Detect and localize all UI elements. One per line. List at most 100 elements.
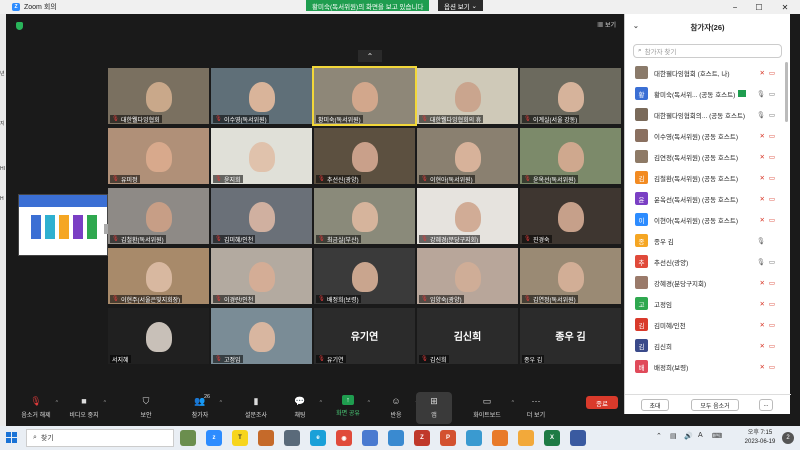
- participant-row[interactable]: 김연정(독서위원) (공동 호스트) ✕ ▭: [625, 146, 783, 167]
- invite-button[interactable]: 초대: [641, 399, 669, 411]
- stop-video-button[interactable]: ■ 비디오 중지 ^: [60, 392, 108, 424]
- app-icon[interactable]: [466, 430, 482, 446]
- chevron-up-icon[interactable]: ^: [56, 400, 58, 406]
- video-tile[interactable]: 황미숙(독서위원): [312, 66, 417, 126]
- edge-icon[interactable]: e: [310, 430, 326, 446]
- chevron-up-icon[interactable]: ^: [220, 400, 222, 406]
- video-tile[interactable]: 김신희 🎙 김신희: [417, 308, 518, 364]
- video-tile[interactable]: 🎙 이경란/인천: [211, 248, 312, 304]
- participant-search-input[interactable]: ⌕ 참가자 찾기: [633, 44, 782, 58]
- filezilla-icon[interactable]: Z: [414, 430, 430, 446]
- unmute-button[interactable]: 🎙 음소거 해제 ^: [12, 392, 60, 424]
- chevron-down-icon[interactable]: ⌄: [633, 22, 639, 30]
- share-screen-button[interactable]: ↑ 화면 공유 ^: [324, 392, 372, 424]
- video-tile[interactable]: 🎙 임양숙(광양): [417, 248, 518, 304]
- view-options-button[interactable]: 옵션 보기 ⌄: [438, 0, 483, 11]
- video-tile[interactable]: 🎙 윤지희: [211, 128, 312, 184]
- video-tile[interactable]: 🎙 이수영(독서위원): [211, 68, 312, 124]
- end-meeting-button[interactable]: 종료: [586, 396, 618, 409]
- whiteboard-icon: ▭: [482, 395, 492, 406]
- view-button[interactable]: ▦ 보기: [597, 20, 616, 29]
- shared-screen-thumbnail[interactable]: [18, 194, 108, 256]
- video-tile[interactable]: 🎙 추선신(광양): [314, 128, 415, 184]
- chevron-up-icon[interactable]: ^: [320, 400, 322, 406]
- chevron-up-icon[interactable]: ^: [104, 400, 106, 406]
- chrome-icon[interactable]: ◉: [336, 430, 352, 446]
- file-explorer-icon[interactable]: [388, 430, 404, 446]
- video-tile[interactable]: 🎙 김철환(독서위원): [108, 188, 209, 244]
- video-tile[interactable]: 🎙 김미혜/인천: [211, 188, 312, 244]
- kakaotalk-icon[interactable]: T: [232, 430, 248, 446]
- participant-row[interactable]: 김 김미혜/인천 ✕ ▭: [625, 314, 783, 335]
- video-tile-label: 🎙 이경란/인천: [213, 295, 256, 304]
- participant-row[interactable]: 이수영(독서위원) (공동 호스트) ✕ ▭: [625, 125, 783, 146]
- video-tile[interactable]: 🎙 고정임: [211, 308, 312, 364]
- participant-row[interactable]: 대한웰다잉협회의... (공동 호스트) 🎙 ▭: [625, 104, 783, 125]
- video-tile[interactable]: 🎙 김연정(독서위원): [520, 248, 621, 304]
- video-tile[interactable]: 🎙 대한웰다잉협회의 휴: [417, 68, 518, 124]
- volume-icon[interactable]: 🔊: [684, 432, 693, 440]
- participant-row[interactable]: 종 종우 김 🎙: [625, 230, 783, 251]
- participant-row[interactable]: 황 황미숙(독서위... (공동 호스트) 🎙 ▭: [625, 83, 783, 104]
- video-tile[interactable]: 🎙 최금실(부산): [314, 188, 415, 244]
- language-icon[interactable]: A: [698, 432, 703, 439]
- taskbar-search-input[interactable]: ⌕ 찾기: [26, 429, 174, 447]
- more-button[interactable]: ⋯ 더 보기: [512, 392, 560, 424]
- chevron-up-icon[interactable]: ^: [368, 400, 370, 406]
- chat-label: 채팅: [294, 413, 306, 419]
- polls-button[interactable]: ▮ 설문조사: [232, 392, 280, 424]
- app-icon[interactable]: [258, 430, 274, 446]
- notification-badge[interactable]: 2: [782, 432, 794, 444]
- participant-row[interactable]: 배 배정희(보령) ✕ ▭: [625, 356, 783, 377]
- participants-button[interactable]: 👥 26 참가자 ^: [176, 392, 224, 424]
- participant-row[interactable]: 윤 윤옥선(독서위원) (공동 호스트) ✕ ▭: [625, 188, 783, 209]
- video-tile-label: 🎙 윤옥선(독서위원): [522, 175, 578, 184]
- taskbar-search-highlight-icon[interactable]: [180, 430, 196, 446]
- video-tile[interactable]: 🎙 윤옥선(독서위원): [520, 128, 621, 184]
- app-icon[interactable]: [518, 430, 534, 446]
- participant-row[interactable]: 고 고정임 ✕ ▭: [625, 293, 783, 314]
- participant-row[interactable]: 추 추선신(광양) 🎙 ▭: [625, 251, 783, 272]
- participant-row[interactable]: 김 김철환(독서위원) (공동 호스트) ✕ ▭: [625, 167, 783, 188]
- excel-icon[interactable]: X: [544, 430, 560, 446]
- video-tile[interactable]: 유기연 🎙 유기연: [314, 308, 415, 364]
- keyboard-icon[interactable]: ⌨: [712, 432, 722, 440]
- video-tile-name: 종우 김: [524, 357, 543, 364]
- mute-all-button[interactable]: 모두 음소거: [691, 399, 739, 411]
- video-tile[interactable]: 🎙 강혜경(분당구지회): [417, 188, 518, 244]
- taskbar-clock[interactable]: 오후 7:15 2023-06-19: [738, 429, 782, 447]
- video-tile[interactable]: 🎙 유미정: [108, 128, 209, 184]
- windows-start-icon[interactable]: [6, 432, 17, 443]
- app-icon[interactable]: [570, 430, 586, 446]
- app-icon[interactable]: [492, 430, 508, 446]
- scroll-up-icon[interactable]: ⌃: [358, 50, 382, 62]
- video-tile[interactable]: 🎙 이계실(서울 강동): [520, 68, 621, 124]
- tray-chevron-icon[interactable]: ⌃: [656, 432, 662, 440]
- video-tile[interactable]: 🎙 이현주(서울은빛지회장): [108, 248, 209, 304]
- network-icon[interactable]: ▤: [670, 432, 677, 440]
- video-tile[interactable]: 🎙 진경숙: [520, 188, 621, 244]
- powerpoint-icon[interactable]: P: [440, 430, 456, 446]
- app-icon[interactable]: [362, 430, 378, 446]
- participant-row[interactable]: 대한웰다잉협회 (호스트, 나) ✕ ▭: [625, 62, 783, 83]
- reactions-button[interactable]: ☺ 반응 ^: [372, 392, 420, 424]
- video-tile[interactable]: 🎙 대한웰다잉협회: [108, 68, 209, 124]
- whiteboard-button[interactable]: ▭ 화이트보드 ^: [458, 392, 516, 424]
- chat-button[interactable]: 💬 채팅 ^: [276, 392, 324, 424]
- video-tile[interactable]: 🎙 배정희(보령): [314, 248, 415, 304]
- close-icon[interactable]: ✕: [772, 0, 798, 14]
- panel-more-button[interactable]: ...: [759, 399, 773, 411]
- maximize-icon[interactable]: ☐: [746, 0, 772, 14]
- video-tile[interactable]: 🎙 이현아(독서위원): [417, 128, 518, 184]
- apps-button[interactable]: ⊞ 앱: [416, 392, 452, 424]
- participant-row[interactable]: 김 김신희 ✕ ▭: [625, 335, 783, 356]
- video-tile[interactable]: 종우 김 종우 김: [520, 308, 621, 364]
- video-tile[interactable]: 서지혜: [108, 308, 209, 364]
- task-view-icon[interactable]: [284, 430, 300, 446]
- minimize-icon[interactable]: −: [722, 0, 748, 14]
- participant-list-scrollbar[interactable]: [785, 62, 788, 122]
- participant-row[interactable]: 이 이현아(독서위원) (공동 호스트) ✕ ▭: [625, 209, 783, 230]
- zoom-app-icon[interactable]: z: [206, 430, 222, 446]
- participant-row[interactable]: 강혜경(분당구지회) ✕ ▭: [625, 272, 783, 293]
- security-button[interactable]: ⛉ 보안: [122, 392, 170, 424]
